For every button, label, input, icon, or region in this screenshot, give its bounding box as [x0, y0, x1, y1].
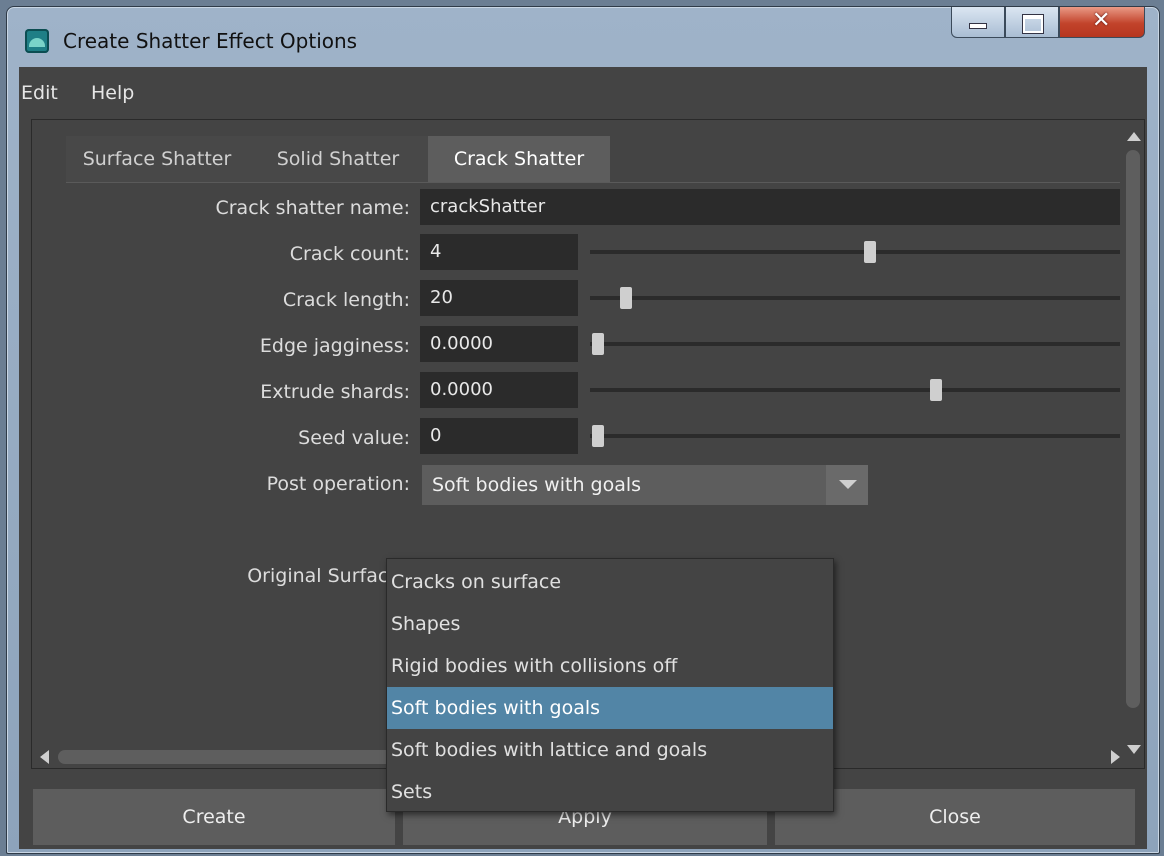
edge-jagginess-label: Edge jagginess: — [259, 335, 410, 357]
extrude-shards-slider-handle[interactable] — [930, 379, 942, 401]
crack-count-slider-handle[interactable] — [864, 241, 876, 263]
scroll-up-icon[interactable] — [1127, 132, 1141, 141]
window-controls: ✕ — [951, 7, 1145, 43]
post-operation-value: Soft bodies with goals — [432, 474, 642, 496]
vertical-scroll-thumb[interactable] — [1126, 150, 1140, 708]
close-window-button[interactable]: ✕ — [1059, 7, 1145, 38]
option-soft-bodies-lattice-goals[interactable]: Soft bodies with lattice and goals — [387, 729, 833, 771]
tab-surface-shatter[interactable]: Surface Shatter — [66, 136, 248, 182]
edge-jagginess-field[interactable]: 0.0000 — [420, 326, 578, 362]
crack-count-label: Crack count: — [289, 243, 410, 265]
seed-value-slider[interactable] — [590, 425, 1120, 447]
seed-value-slider-handle[interactable] — [592, 425, 604, 447]
crack-length-slider[interactable] — [590, 287, 1120, 309]
extrude-shards-field[interactable]: 0.0000 — [420, 372, 578, 408]
menu-edit[interactable]: Edit — [21, 82, 58, 104]
window-title: Create Shatter Effect Options — [63, 29, 358, 53]
crack-shatter-name-label: Crack shatter name: — [215, 197, 410, 219]
edge-jagginess-slider-handle[interactable] — [592, 333, 604, 355]
title-bar[interactable]: Create Shatter Effect Options ✕ — [7, 7, 1159, 67]
options-panel: Surface Shatter Solid Shatter Crack Shat… — [31, 119, 1145, 812]
tab-solid-shatter[interactable]: Solid Shatter — [248, 136, 428, 182]
post-operation-options-list: Cracks on surface Shapes Rigid bodies wi… — [386, 558, 834, 812]
post-operation-dropdown[interactable]: Soft bodies with goals — [422, 465, 868, 505]
post-operation-label: Post operation: — [266, 473, 410, 495]
scroll-right-icon[interactable] — [1111, 750, 1120, 764]
scroll-left-icon[interactable] — [40, 750, 49, 764]
seed-value-field[interactable]: 0 — [420, 418, 578, 454]
crack-length-label: Crack length: — [282, 289, 410, 311]
dialog-client: Edit Help Surface Shatter Solid Shatter … — [19, 67, 1147, 849]
extrude-shards-label: Extrude shards: — [260, 381, 410, 403]
dropdown-arrow-icon[interactable] — [826, 465, 868, 505]
crack-count-slider[interactable] — [590, 241, 1120, 263]
original-surface-label: Original Surface — [247, 565, 400, 587]
minimize-button[interactable] — [951, 7, 1005, 38]
dialog-window: Create Shatter Effect Options ✕ Edit Hel… — [6, 6, 1160, 854]
option-rigid-bodies-collisions-off[interactable]: Rigid bodies with collisions off — [387, 645, 833, 687]
edge-jagginess-slider[interactable] — [590, 333, 1120, 355]
maya-app-icon — [25, 29, 49, 53]
scroll-down-icon[interactable] — [1127, 745, 1141, 754]
tab-crack-shatter[interactable]: Crack Shatter — [428, 136, 610, 182]
menu-help[interactable]: Help — [91, 82, 134, 104]
extrude-shards-slider[interactable] — [590, 379, 1120, 401]
option-soft-bodies-with-goals[interactable]: Soft bodies with goals — [387, 687, 833, 729]
crack-length-slider-handle[interactable] — [620, 287, 632, 309]
maximize-button[interactable] — [1005, 7, 1059, 38]
maximize-icon — [1023, 15, 1043, 33]
crack-count-field[interactable]: 4 — [420, 234, 578, 270]
crack-length-field[interactable]: 20 — [420, 280, 578, 316]
close-icon: ✕ — [1092, 8, 1111, 33]
option-sets[interactable]: Sets — [387, 771, 833, 813]
crack-shatter-name-field[interactable]: crackShatter — [420, 189, 1120, 225]
vertical-scrollbar[interactable] — [1124, 126, 1142, 762]
menu-bar: Edit Help — [19, 67, 1147, 117]
option-shapes[interactable]: Shapes — [387, 603, 833, 645]
create-button[interactable]: Create — [33, 789, 395, 845]
option-cracks-on-surface[interactable]: Cracks on surface — [387, 561, 833, 603]
minimize-icon — [970, 24, 986, 28]
seed-value-label: Seed value: — [298, 427, 410, 449]
